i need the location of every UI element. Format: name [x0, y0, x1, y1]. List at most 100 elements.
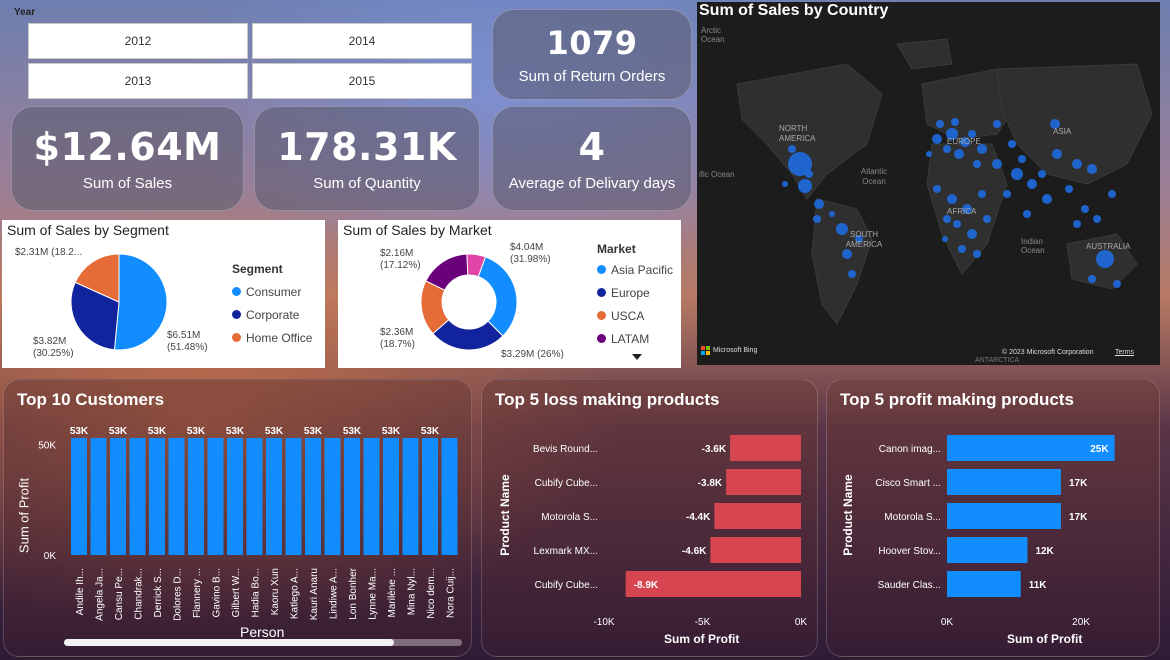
bar-lexmark-mx[interactable]: [710, 537, 801, 563]
bar-gavino-b[interactable]: [207, 438, 224, 555]
country-bubble[interactable]: [1065, 185, 1073, 193]
country-bubble[interactable]: [943, 215, 951, 223]
country-bubble[interactable]: [993, 120, 1001, 128]
country-bubble[interactable]: [1011, 168, 1023, 180]
map-terms-link[interactable]: Terms: [1115, 349, 1134, 356]
country-bubble[interactable]: [932, 134, 942, 144]
sales-by-country-map[interactable]: Sum of Sales by Country Arctic Ocean NOR…: [697, 2, 1160, 365]
country-bubble[interactable]: [1096, 250, 1114, 268]
country-bubble[interactable]: [973, 250, 981, 258]
landmass-6[interactable]: [896, 38, 953, 70]
country-bubble[interactable]: [1088, 275, 1096, 283]
country-bubble[interactable]: [1018, 155, 1026, 163]
country-bubble[interactable]: [926, 151, 932, 157]
bar-katlego-a[interactable]: [285, 438, 302, 555]
bar-hadia-bo[interactable]: [246, 438, 263, 555]
bar-hoover-stov[interactable]: [947, 537, 1028, 563]
country-bubble[interactable]: [848, 270, 856, 278]
country-bubble[interactable]: [973, 160, 981, 168]
country-bubble[interactable]: [1073, 220, 1081, 228]
bar-andile-ih[interactable]: [71, 438, 87, 555]
horizontal-scrollbar[interactable]: [64, 639, 462, 646]
bar-flannery[interactable]: [188, 438, 204, 555]
bar-angela-ja[interactable]: [90, 438, 107, 555]
bar-chandrak[interactable]: [129, 438, 146, 555]
world-map[interactable]: [697, 24, 1160, 365]
bar-mina-nyl[interactable]: [402, 438, 419, 555]
country-bubble[interactable]: [942, 236, 948, 242]
bar-dolores-d[interactable]: [168, 438, 185, 555]
country-bubble[interactable]: [788, 145, 796, 153]
bar-derrick-s[interactable]: [149, 438, 165, 555]
country-bubble[interactable]: [1093, 215, 1101, 223]
country-bubble[interactable]: [1008, 140, 1016, 148]
country-bubble[interactable]: [1042, 194, 1052, 204]
legend-item-latam[interactable]: LATAM: [597, 327, 673, 350]
year-option-2014[interactable]: 2014: [252, 23, 472, 59]
country-bubble[interactable]: [1087, 164, 1097, 174]
bar-lindiwe-a[interactable]: [324, 438, 341, 555]
bar-nico-dem[interactable]: [422, 438, 438, 555]
country-bubble[interactable]: [1108, 190, 1116, 198]
legend-item-consumer[interactable]: Consumer: [232, 280, 312, 303]
landmass-1[interactable]: [811, 198, 873, 325]
profit-products-bar-chart[interactable]: Canon imag... 25K Cisco Smart ... 17K Motoro…: [827, 380, 1161, 658]
country-bubble[interactable]: [958, 245, 966, 253]
country-bubble[interactable]: [1038, 170, 1046, 178]
legend-item-europe[interactable]: Europe: [597, 281, 673, 304]
legend-item-home-office[interactable]: Home Office: [232, 326, 312, 349]
bar-kaoru-xun[interactable]: [266, 438, 282, 555]
bar-sauder-clas[interactable]: [947, 571, 1021, 597]
country-bubble[interactable]: [936, 120, 944, 128]
loss-products-bar-chart[interactable]: Bevis Round... -3.6K Cubify Cube... -3.8K Mo…: [482, 380, 819, 658]
bar-motorola-s[interactable]: [714, 503, 801, 529]
country-bubble[interactable]: [951, 118, 959, 126]
country-bubble[interactable]: [992, 159, 1002, 169]
bar-gilbert-w[interactable]: [227, 438, 243, 555]
top-customers-card: Top 10 Customers 0K 50K Andile Ih... Angela…: [3, 379, 472, 657]
country-bubble[interactable]: [1027, 179, 1037, 189]
country-bubble[interactable]: [1003, 190, 1011, 198]
country-bubble[interactable]: [983, 215, 991, 223]
country-bubble[interactable]: [947, 194, 957, 204]
country-bubble[interactable]: [805, 170, 813, 178]
year-option-2013[interactable]: 2013: [28, 63, 248, 99]
slice-consumer[interactable]: [113, 253, 168, 351]
country-bubble[interactable]: [842, 249, 852, 259]
country-bubble[interactable]: [953, 220, 961, 228]
bar-cubify-cube[interactable]: [726, 469, 801, 495]
scrollbar-thumb[interactable]: [64, 639, 394, 646]
country-bubble[interactable]: [814, 199, 824, 209]
country-bubble[interactable]: [1072, 159, 1082, 169]
bar-nora-cuij[interactable]: [441, 438, 458, 555]
bar-cisco-smart[interactable]: [947, 469, 1061, 495]
bar-motorola-s[interactable]: [947, 503, 1061, 529]
country-bubble[interactable]: [967, 229, 977, 239]
market-label-asia-pacific: $4.04M (31.98%): [510, 242, 551, 265]
country-bubble[interactable]: [782, 181, 788, 187]
bar-kauri-anaru[interactable]: [305, 438, 321, 555]
bar-maril-ne[interactable]: [383, 438, 399, 555]
country-bubble[interactable]: [1113, 280, 1121, 288]
country-bubble[interactable]: [1052, 149, 1062, 159]
top-customers-bar-chart[interactable]: 0K 50K Andile Ih... Angela Ja... Cansu Pe...…: [4, 380, 473, 658]
country-bubble[interactable]: [1081, 205, 1089, 213]
legend-item-asia-pacific[interactable]: Asia Pacific: [597, 258, 673, 281]
country-bubble[interactable]: [954, 149, 964, 159]
country-bubble[interactable]: [798, 179, 812, 193]
bar-cansu-pe[interactable]: [110, 438, 126, 555]
country-bubble[interactable]: [933, 185, 941, 193]
bar-lon-bonher[interactable]: [344, 438, 360, 555]
bar-lynne-ma[interactable]: [363, 438, 380, 555]
country-bubble[interactable]: [813, 215, 821, 223]
country-bubble[interactable]: [1023, 210, 1031, 218]
year-option-2015[interactable]: 2015: [252, 63, 472, 99]
bar-bevis-round[interactable]: [730, 435, 801, 461]
country-bubble[interactable]: [978, 190, 986, 198]
country-bubble[interactable]: [829, 211, 835, 217]
legend-item-corporate[interactable]: Corporate: [232, 303, 312, 326]
legend-item-usca[interactable]: USCA: [597, 304, 673, 327]
year-option-2012[interactable]: 2012: [28, 23, 248, 59]
legend-scroll-down-icon[interactable]: [631, 353, 643, 361]
country-bubble[interactable]: [943, 145, 951, 153]
